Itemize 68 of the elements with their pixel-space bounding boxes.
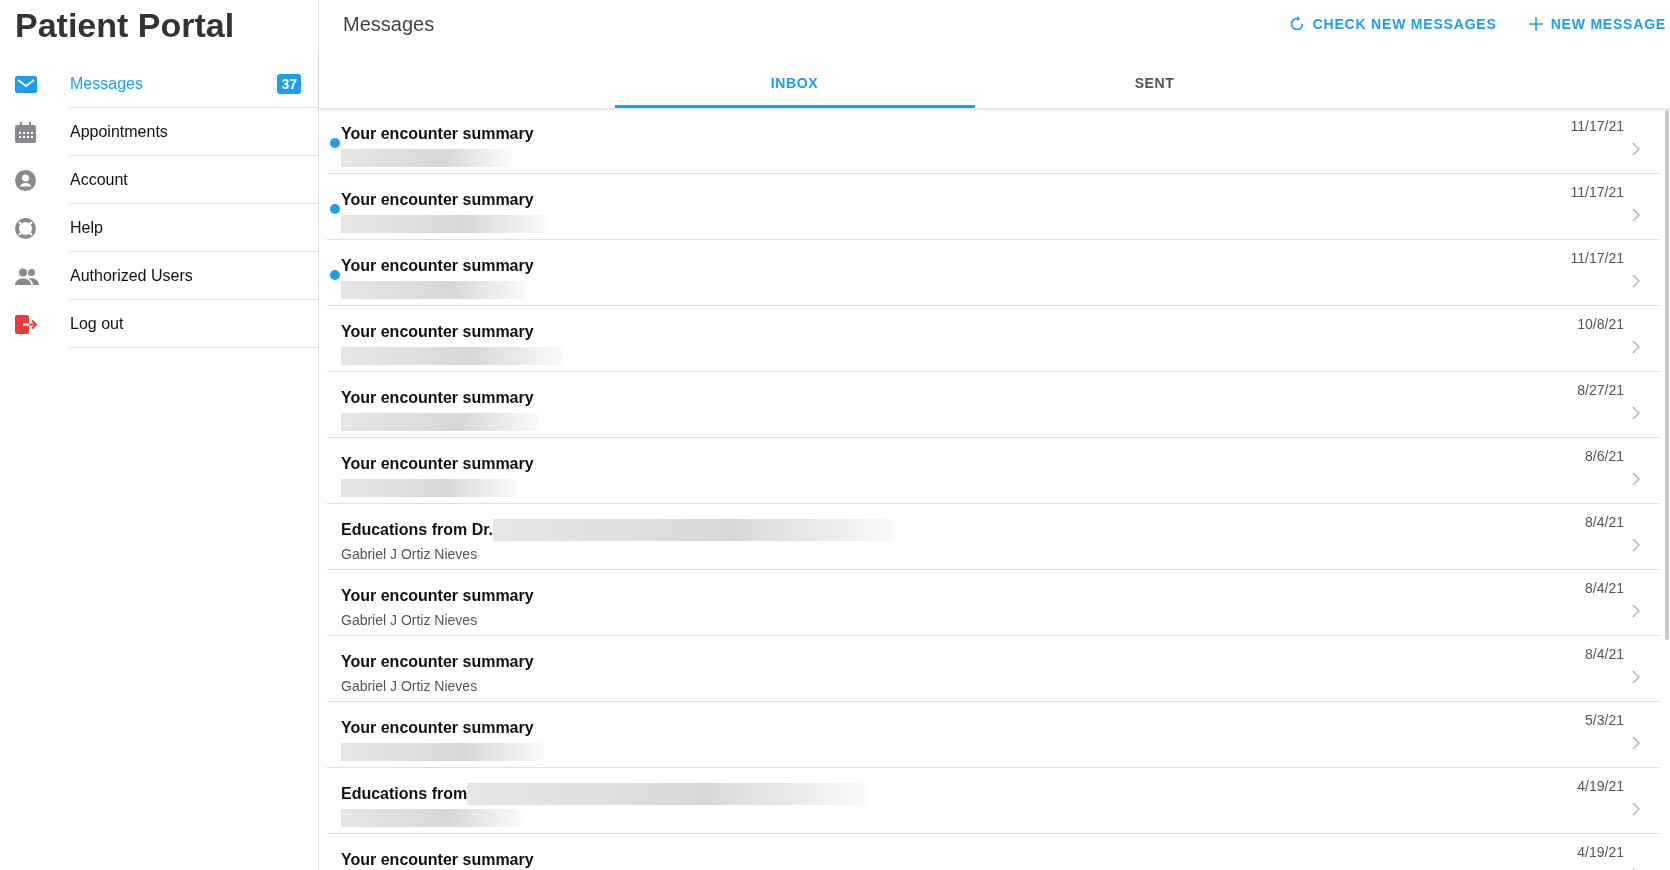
- message-title: Your encounter summary: [341, 587, 534, 605]
- sidebar-item[interactable]: Appointments: [0, 108, 318, 156]
- message-title: Your encounter summary: [341, 653, 534, 671]
- chevron-right-icon: [1632, 406, 1640, 420]
- chevron-right-icon: [1632, 340, 1640, 354]
- lifebuoy-icon: [15, 217, 36, 239]
- logout-icon: [15, 314, 38, 334]
- chevron-right-icon: [1632, 802, 1640, 816]
- chevron-right-icon: [1632, 274, 1640, 288]
- chevron-right-icon: [1632, 472, 1640, 486]
- message-sender: Gabriel J Ortiz Nieves: [341, 546, 478, 562]
- person-circle-icon: [15, 169, 36, 191]
- refresh-icon: [1288, 16, 1305, 32]
- message-row[interactable]: Your encounter summary 10/8/21: [327, 306, 1660, 372]
- message-row[interactable]: Educations from 4/19/21: [327, 768, 1660, 834]
- message-title: Your encounter summary: [341, 455, 534, 473]
- message-row[interactable]: Your encounter summary 11/17/21: [327, 108, 1660, 174]
- message-row[interactable]: Your encounter summary 5/3/21: [327, 702, 1660, 768]
- sidebar-item[interactable]: Log out: [0, 300, 318, 348]
- unread-count-badge: 37: [277, 74, 301, 94]
- calendar-icon: [15, 121, 36, 143]
- page-title: Messages: [343, 12, 435, 36]
- message-date: 5/3/21: [1585, 712, 1625, 728]
- message-title: Your encounter summary: [341, 125, 534, 143]
- tab[interactable]: SENT: [974, 48, 1335, 108]
- message-date: 11/17/21: [1570, 250, 1625, 266]
- message-date: 8/27/21: [1577, 382, 1625, 398]
- chevron-right-icon: [1632, 142, 1640, 156]
- message-date: 8/6/21: [1585, 448, 1625, 464]
- message-date: 8/4/21: [1585, 646, 1625, 662]
- message-row[interactable]: Your encounter summary 4/19/21: [327, 834, 1660, 870]
- sidebar-item[interactable]: Account: [0, 156, 318, 204]
- chevron-right-icon: [1632, 208, 1640, 222]
- message-date: 8/4/21: [1585, 514, 1625, 530]
- message-row[interactable]: Your encounter summary 11/17/21: [327, 174, 1660, 240]
- message-title: Educations from: [341, 785, 468, 803]
- mail-icon: [15, 75, 37, 93]
- message-title: Your encounter summary: [341, 191, 534, 209]
- chevron-right-icon: [1632, 538, 1640, 552]
- message-date: 4/19/21: [1577, 778, 1625, 794]
- message-title: Your encounter summary: [341, 851, 534, 869]
- app-title: Patient Portal: [14, 5, 236, 46]
- chevron-right-icon: [1632, 670, 1640, 684]
- message-date: 8/4/21: [1585, 580, 1625, 596]
- message-row[interactable]: Your encounter summary 11/17/21: [327, 240, 1660, 306]
- message-row[interactable]: Educations from Dr. Gabriel J Ortiz Nieves 8/4/21: [327, 504, 1660, 570]
- plus-icon: [1528, 17, 1543, 31]
- chevron-right-icon: [1632, 736, 1640, 750]
- message-title: Your encounter summary: [341, 389, 534, 407]
- sidebar-item[interactable]: Help: [0, 204, 318, 252]
- message-row[interactable]: Your encounter summary Gabriel J Ortiz Nieves 8/4/21: [327, 636, 1660, 702]
- message-date: 4/19/21: [1577, 844, 1625, 860]
- sidebar-item[interactable]: Authorized Users: [0, 252, 318, 300]
- message-row[interactable]: Your encounter summary 8/6/21: [327, 438, 1660, 504]
- message-title: Your encounter summary: [341, 719, 534, 737]
- message-sender: Gabriel J Ortiz Nieves: [341, 678, 478, 694]
- message-title: Your encounter summary: [341, 257, 534, 275]
- people-icon: [15, 267, 39, 285]
- message-title: Your encounter summary: [341, 323, 534, 341]
- message-row[interactable]: Your encounter summary Gabriel J Ortiz Nieves 8/4/21: [327, 570, 1660, 636]
- message-row[interactable]: Your encounter summary 8/27/21: [327, 372, 1660, 438]
- message-date: 11/17/21: [1570, 118, 1625, 134]
- message-date: 11/17/21: [1570, 184, 1625, 200]
- message-title: Educations from Dr.: [341, 521, 494, 539]
- chevron-right-icon: [1632, 604, 1640, 618]
- message-sender: Gabriel J Ortiz Nieves: [341, 612, 478, 628]
- message-date: 10/8/21: [1577, 316, 1625, 332]
- scrollbar[interactable]: [1665, 110, 1669, 640]
